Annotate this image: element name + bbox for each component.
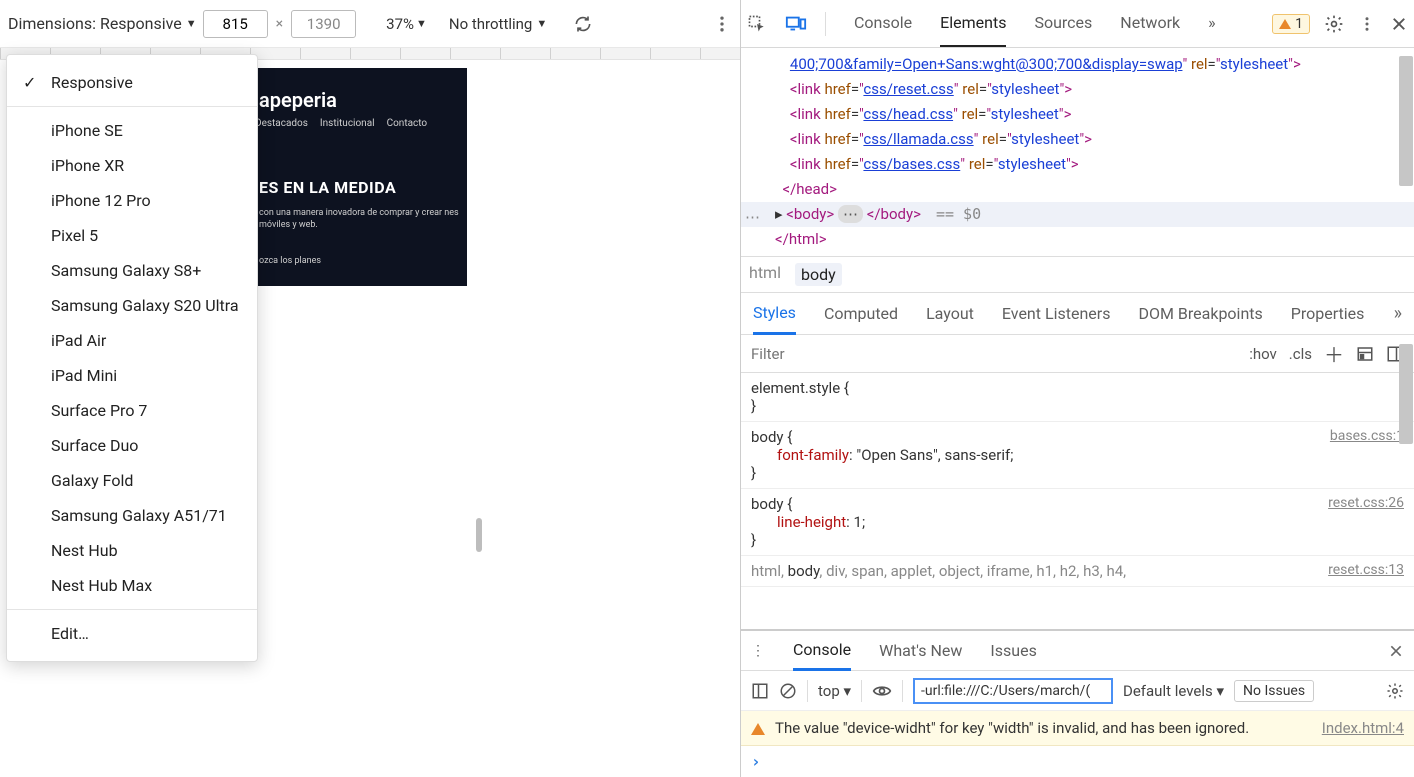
tab-console[interactable]: Console <box>854 0 912 47</box>
subtab-styles[interactable]: Styles <box>753 293 796 335</box>
eye-icon[interactable] <box>872 683 892 699</box>
styles-subtabs: Styles Computed Layout Event Listeners D… <box>741 293 1414 335</box>
tab-elements[interactable]: Elements <box>940 0 1006 47</box>
styles-filter-input[interactable] <box>751 345 1249 363</box>
subtab-properties[interactable]: Properties <box>1291 294 1365 333</box>
dimensions-label: Dimensions: Responsive <box>8 14 182 33</box>
device-option[interactable]: Galaxy Fold <box>7 463 257 498</box>
inspect-icon[interactable] <box>747 14 767 34</box>
tab-more-icon[interactable]: » <box>1208 0 1216 47</box>
new-rule-icon[interactable]: ＋ <box>1324 339 1344 368</box>
console-drawer: ⋮ Console What's New Issues top ▾ Defaul… <box>741 629 1414 777</box>
sidebar-toggle-icon[interactable] <box>751 682 769 700</box>
kebab-icon[interactable] <box>1358 15 1376 33</box>
tab-network[interactable]: Network <box>1120 0 1180 47</box>
dom-breadcrumb: html body <box>741 256 1414 293</box>
device-option[interactable]: iPhone 12 Pro <box>7 183 257 218</box>
console-message-source[interactable]: Index.html:4 <box>1322 719 1404 737</box>
preview-nav: Destacados Institucional Contacto <box>255 118 427 129</box>
page-preview[interactable]: apeperia Destacados Institucional Contac… <box>255 68 467 286</box>
device-option[interactable]: Surface Pro 7 <box>7 393 257 428</box>
warning-icon <box>751 723 765 735</box>
device-option[interactable]: Samsung Galaxy A51/71 <box>7 498 257 533</box>
device-option[interactable]: Nest Hub <box>7 533 257 568</box>
prompt-chevron-icon: › <box>751 752 761 771</box>
preview-headline: ES EN LA MEDIDA <box>259 178 396 197</box>
dimensions-dropdown[interactable]: Dimensions: Responsive ▼ <box>8 14 197 33</box>
styles-filter-row: :hov .cls ＋ <box>741 335 1414 373</box>
throttling-dropdown[interactable]: No throttling ▼ <box>449 15 547 33</box>
device-option[interactable]: iPhone XR <box>7 148 257 183</box>
warning-icon <box>1279 19 1291 29</box>
warning-badge[interactable]: 1 <box>1272 14 1310 34</box>
kebab-menu-icon[interactable] <box>712 14 732 34</box>
dom-tree[interactable]: 400;700&family=Open+Sans:wght@300;700&di… <box>741 48 1414 293</box>
drawer-tabs: ⋮ Console What's New Issues <box>741 631 1414 671</box>
subtab-layout[interactable]: Layout <box>926 294 974 333</box>
cls-toggle[interactable]: .cls <box>1289 345 1312 363</box>
subtab-event-listeners[interactable]: Event Listeners <box>1002 294 1111 333</box>
tab-sources[interactable]: Sources <box>1034 0 1092 47</box>
device-toolbar: Dimensions: Responsive ▼ × 37% ▼ No thro… <box>0 0 740 48</box>
console-warning: The value "device-widht" for key "width"… <box>741 711 1414 746</box>
zoom-value: 37% <box>386 15 414 33</box>
zoom-dropdown[interactable]: 37% ▼ <box>386 15 427 33</box>
device-option[interactable]: Samsung Galaxy S8+ <box>7 253 257 288</box>
preview-logo: apeperia <box>259 88 337 112</box>
flex-icon[interactable] <box>1356 345 1374 363</box>
drawer-tab-issues[interactable]: Issues <box>990 632 1036 669</box>
gear-icon[interactable] <box>1324 14 1344 34</box>
device-option[interactable]: iPad Mini <box>7 358 257 393</box>
breadcrumb-html[interactable]: html <box>749 263 781 286</box>
devtools-pane: Console Elements Sources Network » 1 400… <box>741 0 1414 777</box>
drawer-tab-whatsnew[interactable]: What's New <box>879 632 962 669</box>
device-option[interactable]: iPhone SE <box>7 113 257 148</box>
breadcrumb-body[interactable]: body <box>795 263 842 286</box>
devtools-toolbar: Console Elements Sources Network » 1 <box>741 0 1414 48</box>
device-mode-pane: Dimensions: Responsive ▼ × 37% ▼ No thro… <box>0 0 741 777</box>
subtab-dom-breakpoints[interactable]: DOM Breakpoints <box>1138 294 1262 333</box>
device-toggle-icon[interactable] <box>785 14 807 34</box>
close-icon[interactable] <box>1390 15 1408 33</box>
drawer-kebab-icon[interactable]: ⋮ <box>751 643 765 659</box>
device-option[interactable]: Pixel 5 <box>7 218 257 253</box>
device-option[interactable]: Samsung Galaxy S20 Ultra <box>7 288 257 323</box>
preview-cta: ozca los planes <box>259 256 321 266</box>
device-dropdown: Responsive iPhone SE iPhone XR iPhone 12… <box>6 54 258 662</box>
device-option-responsive[interactable]: Responsive <box>7 65 257 100</box>
hov-toggle[interactable]: :hov <box>1249 345 1277 363</box>
throttling-label: No throttling <box>449 15 532 33</box>
width-input[interactable] <box>203 10 268 38</box>
x-separator: × <box>276 16 283 32</box>
warning-count: 1 <box>1295 16 1303 32</box>
console-message-text: The value "device-widht" for key "width"… <box>775 719 1312 737</box>
device-option[interactable]: Surface Duo <box>7 428 257 463</box>
console-filter-input[interactable] <box>913 678 1113 704</box>
log-levels-dropdown[interactable]: Default levels ▾ <box>1123 682 1224 700</box>
subtab-computed[interactable]: Computed <box>824 294 898 333</box>
drawer-tab-console[interactable]: Console <box>793 631 851 671</box>
context-dropdown[interactable]: top ▾ <box>818 682 851 700</box>
chevron-down-icon: ▼ <box>536 17 547 30</box>
no-issues-pill[interactable]: No Issues <box>1234 680 1314 702</box>
console-toolbar: top ▾ Default levels ▾ No Issues <box>741 671 1414 711</box>
devtools-tabs: Console Elements Sources Network » <box>854 0 1216 47</box>
clear-console-icon[interactable] <box>779 682 797 700</box>
resize-handle[interactable] <box>476 518 482 552</box>
device-option[interactable]: Nest Hub Max <box>7 568 257 603</box>
styles-rules[interactable]: element.style {}body {bases.css:1font-fa… <box>741 373 1414 629</box>
device-option-edit[interactable]: Edit… <box>7 616 257 651</box>
rotate-icon[interactable] <box>573 14 593 34</box>
preview-sub: con una manera inovadora de comprar y cr… <box>259 208 459 231</box>
scrollbar[interactable] <box>1398 48 1414 777</box>
chevron-down-icon: ▼ <box>186 17 197 30</box>
height-input[interactable] <box>291 10 356 38</box>
device-option[interactable]: iPad Air <box>7 323 257 358</box>
console-prompt[interactable]: › <box>741 746 1414 777</box>
chevron-down-icon: ▼ <box>416 17 427 30</box>
